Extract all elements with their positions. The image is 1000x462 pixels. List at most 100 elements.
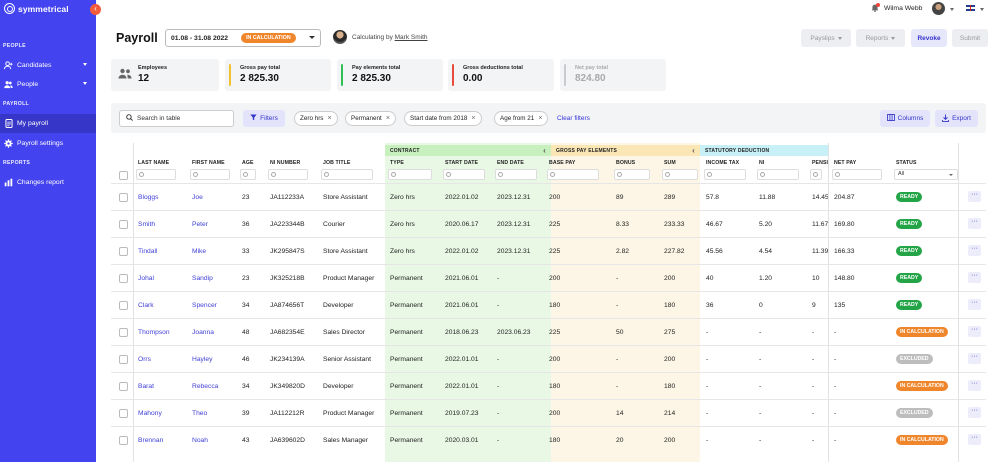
row-actions-button[interactable]: ··· <box>968 407 981 418</box>
row-checkbox[interactable] <box>119 328 128 337</box>
column-header[interactable]: AGE <box>242 160 262 166</box>
close-icon[interactable]: × <box>327 115 331 122</box>
column-filter-input[interactable] <box>388 169 432 180</box>
table-cell[interactable]: Theo <box>192 410 207 417</box>
table-row[interactable]: Johal Sandip 23 JK325218B Product Manager Per… <box>111 264 986 291</box>
row-checkbox[interactable] <box>119 274 128 283</box>
user-name[interactable]: Wilma Webb <box>884 5 922 12</box>
row-actions-button[interactable]: ··· <box>968 299 981 310</box>
column-header[interactable]: SUM <box>664 160 704 166</box>
table-cell[interactable]: Barat <box>138 383 154 390</box>
column-filter-input[interactable] <box>757 169 799 180</box>
table-cell[interactable]: Peter <box>192 221 208 228</box>
row-checkbox[interactable] <box>119 409 128 418</box>
table-cell[interactable]: Clark <box>138 302 154 309</box>
user-avatar[interactable] <box>932 2 945 15</box>
table-row[interactable]: Mahony Theo 39 JA112212R Product Manager Perm… <box>111 399 986 426</box>
row-actions-button[interactable]: ··· <box>968 434 981 445</box>
column-filter-input[interactable] <box>268 169 308 180</box>
row-actions-button[interactable]: ··· <box>968 218 981 229</box>
table-cell[interactable]: Joe <box>192 194 203 201</box>
status-filter-select[interactable]: All <box>894 169 958 180</box>
close-icon[interactable]: × <box>471 115 475 122</box>
filter-chip[interactable]: Age from 21 × <box>494 111 549 126</box>
sidebar-item-my-payroll[interactable]: My payroll <box>0 114 96 133</box>
select-all-checkbox[interactable] <box>119 171 128 180</box>
column-header[interactable]: JOB TITLE <box>323 160 379 166</box>
table-cell[interactable]: Bloggs <box>138 194 158 201</box>
table-cell[interactable]: Brennan <box>138 437 163 444</box>
column-filter-input[interactable] <box>136 169 176 180</box>
sidebar-item-candidates[interactable]: Candidates <box>0 56 96 75</box>
table-cell[interactable]: Joanna <box>192 329 214 336</box>
column-filter-input[interactable] <box>810 169 822 180</box>
column-header[interactable]: TYPE <box>390 160 438 166</box>
chevron-left-icon[interactable]: ‹ <box>692 146 695 155</box>
column-filter-input[interactable] <box>190 169 230 180</box>
column-filter-input[interactable] <box>832 169 882 180</box>
table-cell[interactable]: Noah <box>192 437 208 444</box>
column-filter-input[interactable] <box>704 169 746 180</box>
column-header[interactable]: FIRST NAME <box>192 160 236 166</box>
collapse-sidebar-button[interactable]: ‹ <box>90 4 101 15</box>
column-filter-input[interactable] <box>662 169 698 180</box>
table-row[interactable]: Clark Spencer 34 JA874656T Developer Permanen… <box>111 291 986 318</box>
bell-icon[interactable] <box>871 3 880 12</box>
table-cell[interactable]: Mahony <box>138 410 162 417</box>
row-checkbox[interactable] <box>119 355 128 364</box>
chevron-down-icon[interactable] <box>980 8 984 11</box>
row-checkbox[interactable] <box>119 382 128 391</box>
row-checkbox[interactable] <box>119 247 128 256</box>
filter-chip[interactable]: Zero hrs × <box>294 111 338 126</box>
column-filter-input[interactable] <box>547 169 599 180</box>
table-row[interactable]: Thompson Joanna 48 JA682354E Sales Director P… <box>111 318 986 345</box>
revoke-button[interactable]: Revoke <box>911 29 947 47</box>
sidebar-item-people[interactable]: People <box>0 75 96 94</box>
column-header[interactable]: PENSION <box>812 160 828 166</box>
column-header[interactable]: NET PAY <box>834 160 888 166</box>
column-filter-input[interactable] <box>495 169 537 180</box>
row-checkbox[interactable] <box>119 436 128 445</box>
row-checkbox[interactable] <box>119 301 128 310</box>
column-header[interactable]: STATUS <box>896 160 958 166</box>
uk-flag-icon[interactable] <box>966 5 975 11</box>
table-cell[interactable]: Sandip <box>192 275 213 282</box>
row-actions-button[interactable]: ··· <box>968 191 981 202</box>
chevron-down-icon[interactable] <box>950 8 954 11</box>
table-cell[interactable]: Hayley <box>192 356 212 363</box>
row-actions-button[interactable]: ··· <box>968 245 981 256</box>
column-header[interactable]: BONUS <box>616 160 656 166</box>
table-cell[interactable]: Spencer <box>192 302 217 309</box>
table-row[interactable]: Smith Peter 36 JA223344B Courier Zero hrs 2020… <box>111 210 986 237</box>
calculating-by-user-link[interactable]: Mark Smith <box>395 34 428 41</box>
column-header[interactable]: NI NUMBER <box>270 160 314 166</box>
column-filter-input[interactable] <box>240 169 256 180</box>
payslips-button[interactable]: Payslips <box>801 29 851 47</box>
table-cell[interactable]: Tindall <box>138 248 157 255</box>
row-actions-button[interactable]: ··· <box>968 272 981 283</box>
clear-filters-link[interactable]: Clear filters <box>557 115 590 122</box>
column-header[interactable]: NI <box>759 160 805 166</box>
column-header[interactable]: START DATE <box>445 160 491 166</box>
column-header[interactable]: INCOME TAX <box>706 160 752 166</box>
filters-button[interactable]: Filters <box>243 110 285 127</box>
app-logo[interactable]: symmetrical <box>4 3 69 14</box>
sidebar-item-changes-report[interactable]: Changes report <box>0 173 96 192</box>
column-filter-input[interactable] <box>443 169 485 180</box>
close-icon[interactable]: × <box>386 115 390 122</box>
column-filter-input[interactable] <box>321 169 373 180</box>
table-cell[interactable]: Thompson <box>138 329 170 336</box>
table-cell[interactable]: Johal <box>138 275 154 282</box>
table-row[interactable]: Brennan Noah 43 JA639602D Sales Manager Perma… <box>111 426 986 453</box>
filter-chip[interactable]: Start date from 2018 × <box>404 111 482 126</box>
row-actions-button[interactable]: ··· <box>968 380 981 391</box>
table-cell[interactable]: Orrs <box>138 356 151 363</box>
table-cell[interactable]: Rebecca <box>192 383 218 390</box>
reports-button[interactable]: Reports <box>856 29 905 47</box>
table-row[interactable]: Tindall Mike 33 JK295847S Store Assistant Zer… <box>111 237 986 264</box>
column-header[interactable]: LAST NAME <box>138 160 182 166</box>
table-cell[interactable]: Smith <box>138 221 155 228</box>
search-input[interactable]: Search in table <box>119 110 234 127</box>
sidebar-item-payroll-settings[interactable]: Payroll settings <box>0 134 96 153</box>
export-button[interactable]: Export <box>935 110 978 127</box>
